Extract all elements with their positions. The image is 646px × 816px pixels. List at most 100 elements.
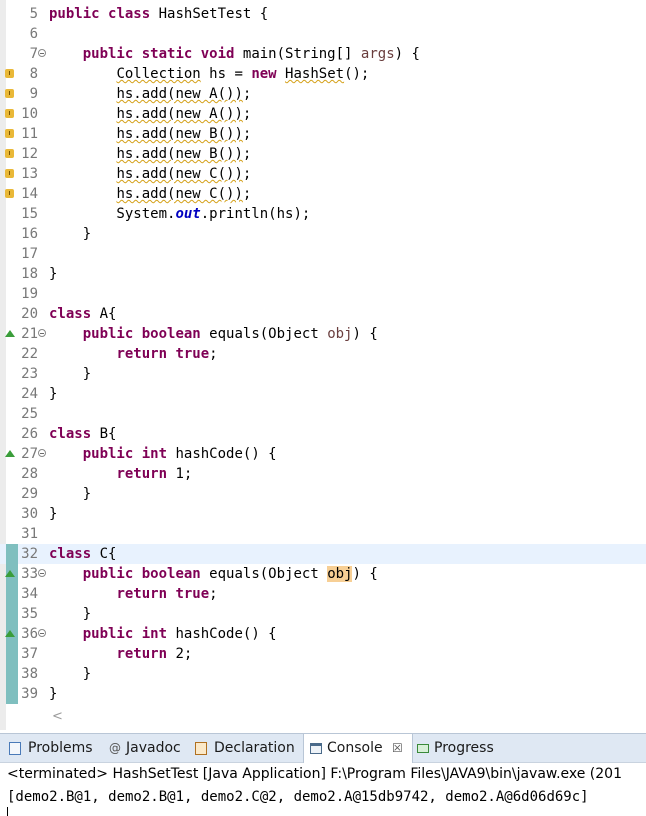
tab-problems[interactable]: Problems [0,734,100,763]
line-number: 6 [29,26,38,42]
keyword-token: return [116,346,168,362]
code-line[interactable]: 13 hs.add(new C()); [0,164,646,184]
code-line[interactable]: 6 [0,24,646,44]
fold-toggle-icon[interactable] [38,569,46,577]
keyword-token: class [49,546,92,562]
code-line[interactable]: 23 } [0,364,646,384]
code-line[interactable]: 5 public class HashSetTest { [0,4,646,24]
code-line[interactable]: 14 hs.add(new C()); [0,184,646,204]
keyword-token: public [82,566,134,582]
code-line[interactable]: 34 return true; [0,584,646,604]
code-line[interactable]: 28 return 1; [0,464,646,484]
keyword-token: class [108,6,151,22]
code-line[interactable]: 38 } [0,664,646,684]
warning-icon[interactable] [5,89,14,98]
code-line[interactable]: 32 class C{ [0,544,646,564]
tab-problems-label: Problems [28,740,93,756]
line-number: 34 [21,586,38,602]
code-line[interactable]: 31 [0,524,646,544]
code-line[interactable]: 35 } [0,604,646,624]
line-number: 19 [21,286,38,302]
warning-token: hs.add(new B()) [116,126,243,142]
code-line[interactable]: 20 class A{ [0,304,646,324]
line-number: 29 [21,486,38,502]
warning-icon[interactable] [5,189,14,198]
code-line[interactable]: 36 public int hashCode() { [0,624,646,644]
close-console-tab-icon[interactable]: ☒ [392,734,403,763]
code-line[interactable]: 18} [0,264,646,284]
line-number: 28 [21,466,38,482]
code-line[interactable]: 26 class B{ [0,424,646,444]
scroll-left-arrow-icon[interactable]: < [46,709,63,724]
code-text: Collection hs = new HashSet(); [49,64,369,84]
code-text: return 1; [49,464,192,484]
warning-icon[interactable] [5,129,14,138]
code-line[interactable]: 11 hs.add(new B()); [0,124,646,144]
progress-icon [417,744,429,753]
code-editor[interactable]: 5 public class HashSetTest { 6 7 public sta… [0,0,646,730]
code-line[interactable]: 19 [0,284,646,304]
code-token: HashSetTest { [150,6,269,22]
code-line[interactable]: 15 System.out.println(hs); [0,204,646,224]
code-text: public static void main(String[] args) { [49,44,420,64]
keyword-token: int [141,446,168,462]
code-text: } [49,664,91,684]
tab-declaration[interactable]: Declaration [190,734,303,763]
code-line[interactable]: 22 return true; [0,344,646,364]
code-line[interactable]: 16 } [0,224,646,244]
code-text: } [49,364,91,384]
code-token: ) { [352,326,378,342]
code-line[interactable]: 24} [0,384,646,404]
code-line[interactable]: 33 public boolean equals(Object obj) { [0,564,646,584]
keyword-token: return [116,646,168,662]
tab-javadoc[interactable]: @ Javadoc [100,734,190,763]
code-line[interactable]: 29 } [0,484,646,504]
code-line[interactable]: 30} [0,504,646,524]
code-line[interactable]: 39} [0,684,646,704]
code-token: C{ [91,546,117,562]
code-line[interactable]: 27 public int hashCode() { [0,444,646,464]
line-number: 38 [21,666,38,682]
code-line[interactable]: 10 hs.add(new A()); [0,104,646,124]
warning-icon[interactable] [5,169,14,178]
code-line[interactable]: 12 hs.add(new B()); [0,144,646,164]
code-line[interactable]: 25 [0,404,646,424]
code-token: 2; [167,646,193,662]
code-line[interactable]: 7 public static void main(String[] args)… [0,44,646,64]
line-number: 26 [21,426,38,442]
code-line[interactable]: 37 return 2; [0,644,646,664]
tab-progress[interactable]: Progress [411,734,511,763]
fold-toggle-icon[interactable] [38,49,46,57]
code-text: } [49,264,57,284]
keyword-token: new [251,66,277,82]
fold-toggle-icon[interactable] [38,449,46,457]
code-line[interactable]: 17 [0,244,646,264]
warning-icon[interactable] [5,109,14,118]
code-line[interactable]: 21 public boolean equals(Object obj) { [0,324,646,344]
fold-toggle-icon[interactable] [38,629,46,637]
code-token: ) { [352,566,378,582]
warning-icon[interactable] [5,69,14,78]
line-number: 22 [21,346,38,362]
line-number: 36 [21,626,38,642]
tab-console[interactable]: Console ☒ [303,734,413,763]
code-line[interactable]: 9 hs.add(new A()); [0,84,646,104]
tab-console-label: Console [327,740,383,756]
line-number: 11 [21,126,38,142]
console-view[interactable]: <terminated> HashSetTest [Java Applicati… [0,763,646,816]
horizontal-scrollbar[interactable]: < [46,705,646,724]
code-line[interactable]: 8 Collection hs = new HashSet(); [0,64,646,84]
fold-toggle-icon[interactable] [38,329,46,337]
warning-icon[interactable] [5,149,14,158]
code-token: main(String[] [234,46,361,62]
tab-declaration-label: Declaration [214,740,295,756]
keyword-token: boolean [141,566,201,582]
